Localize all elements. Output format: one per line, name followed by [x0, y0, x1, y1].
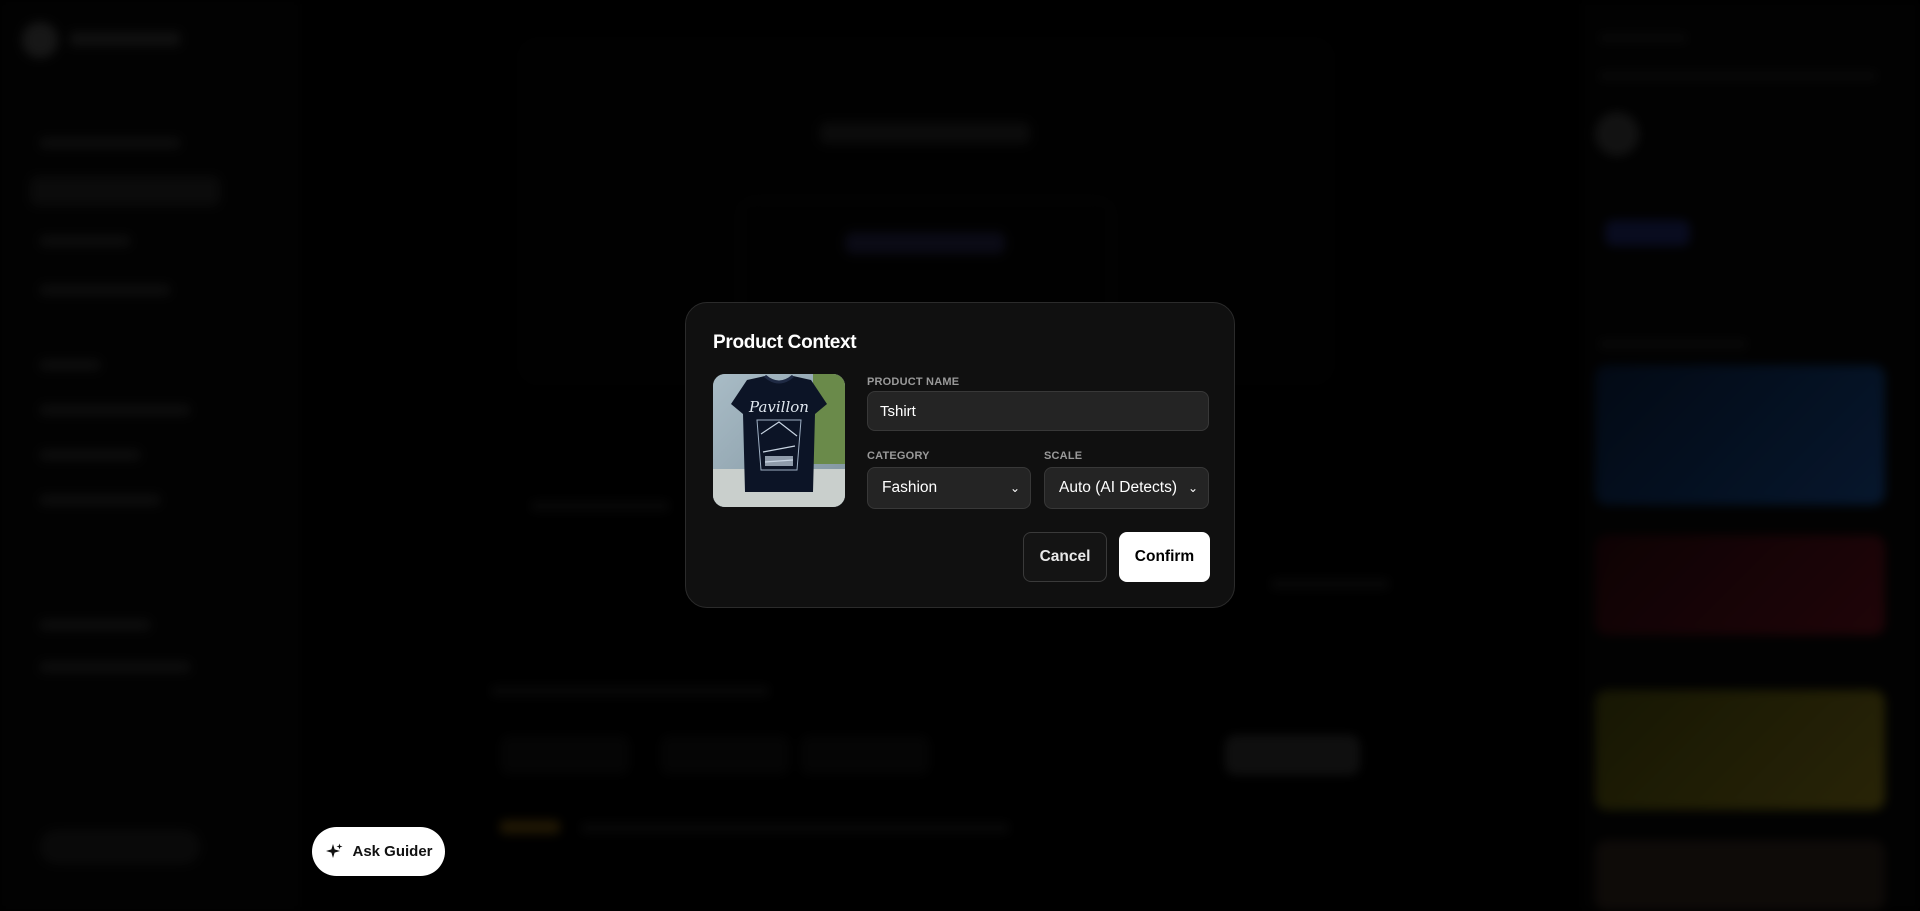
- row-item: [530, 500, 670, 512]
- sidebar-item: [40, 495, 160, 505]
- thumbnail: [1595, 690, 1885, 810]
- logo-icon: [22, 22, 58, 58]
- scale-label: SCALE: [1044, 450, 1083, 462]
- sidebar-item: [40, 620, 150, 630]
- product-name-input[interactable]: [867, 391, 1209, 431]
- sidebar-item-active: [30, 176, 220, 206]
- sidebar-item: [40, 138, 180, 148]
- sidebar-section: [40, 360, 100, 370]
- sidebar-item: [40, 236, 130, 246]
- panel-title: [1598, 32, 1688, 44]
- product-name-label: PRODUCT NAME: [867, 376, 960, 388]
- row-item: [580, 822, 1010, 834]
- cancel-button[interactable]: Cancel: [1023, 532, 1107, 582]
- logo-text: [70, 32, 180, 46]
- chevron-down-icon: ⌄: [1187, 481, 1198, 495]
- shirt-print-text: Pavillon: [748, 398, 809, 416]
- panel-line: [1598, 70, 1878, 82]
- chevron-down-icon: ⌄: [1009, 481, 1020, 495]
- sidebar-bottom-item: [40, 830, 200, 864]
- sidebar-item: [40, 450, 140, 460]
- thumbnail: [1595, 365, 1885, 505]
- scale-select[interactable]: Auto (AI Detects) ⌄: [1044, 467, 1209, 509]
- product-context-modal: Product Context Pavillon PRODUCT NAME CA…: [685, 302, 1235, 608]
- modal-title: Product Context: [713, 332, 857, 353]
- category-select[interactable]: Fashion ⌄: [867, 467, 1031, 509]
- tshirt-image: Pavillon: [713, 374, 845, 507]
- sparkle-icon: [326, 843, 343, 858]
- row-item: [1270, 578, 1390, 590]
- sidebar: [0, 0, 300, 911]
- row-item: [490, 685, 770, 697]
- thumbnail: [1595, 840, 1885, 911]
- sidebar-item: [40, 405, 190, 415]
- tab-active: [1225, 735, 1360, 775]
- sidebar-item: [40, 662, 190, 672]
- main-title: [820, 122, 1030, 144]
- panel-heading: [1598, 338, 1748, 350]
- thumbnail: [1595, 535, 1885, 635]
- category-label: CATEGORY: [867, 450, 930, 462]
- sidebar-item: [40, 285, 170, 295]
- tab: [660, 735, 790, 775]
- main-button: [845, 232, 1005, 254]
- tab: [800, 735, 930, 775]
- ask-guider-button[interactable]: Ask Guider: [312, 827, 445, 876]
- avatar: [1595, 112, 1639, 156]
- highlight-bar: [500, 820, 560, 834]
- category-value: Fashion: [882, 479, 938, 496]
- tab: [500, 735, 630, 775]
- panel-button: [1605, 220, 1690, 246]
- scale-value: Auto (AI Detects): [1059, 479, 1178, 496]
- ask-guider-label: Ask Guider: [352, 843, 433, 860]
- product-image: Pavillon: [713, 374, 845, 507]
- confirm-button[interactable]: Confirm: [1119, 532, 1210, 582]
